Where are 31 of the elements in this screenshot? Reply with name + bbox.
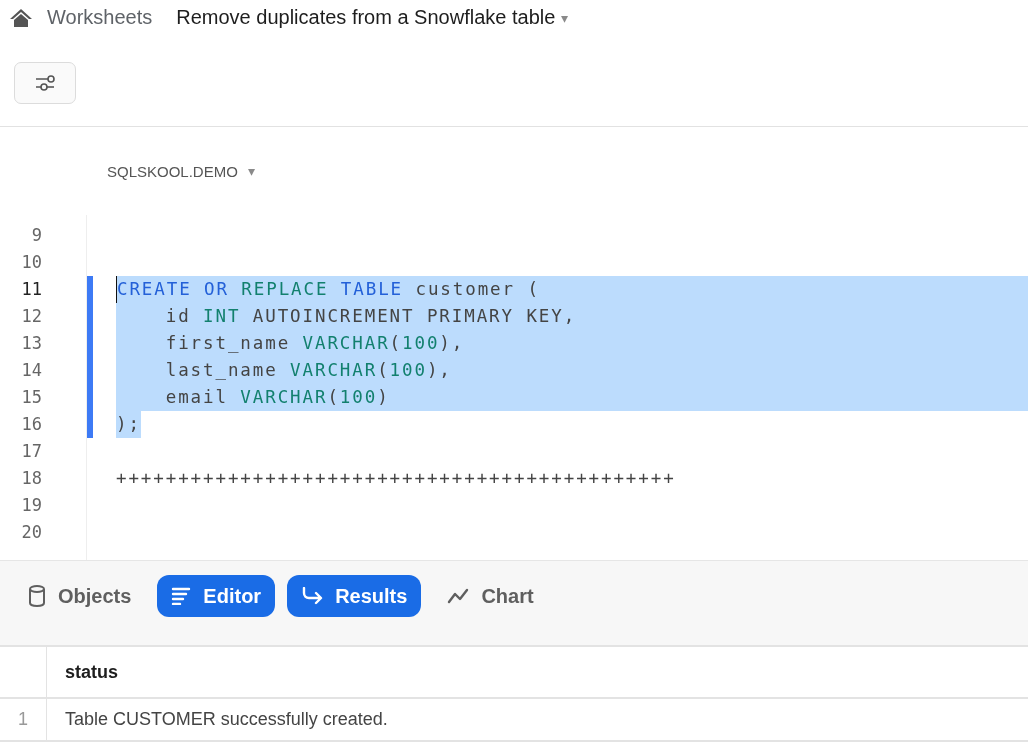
view-tab[interactable]: Objects bbox=[14, 575, 146, 617]
view-tab[interactable]: Chart bbox=[433, 575, 548, 617]
line-number: 13 bbox=[20, 332, 43, 355]
breadcrumb-link[interactable]: Worksheets bbox=[47, 6, 153, 29]
view-tab[interactable]: Results bbox=[287, 575, 422, 617]
worksheet-title[interactable]: Remove duplicates from a Snowflake table ▾ bbox=[176, 6, 569, 29]
home-icon[interactable] bbox=[9, 7, 33, 28]
line-number: 12 bbox=[20, 305, 43, 328]
line-number: 9 bbox=[30, 224, 43, 247]
code-line: ); bbox=[87, 411, 1028, 438]
context-selector[interactable]: SQLSKOOL.DEMO ▾ bbox=[0, 127, 1028, 215]
filter-button[interactable] bbox=[14, 62, 76, 104]
lines-icon bbox=[171, 587, 192, 605]
line-number: 18 bbox=[20, 467, 43, 490]
line-number: 16 bbox=[20, 413, 43, 436]
code-line: +++++++++++++++++++++++++++++++++++++++++++++ bbox=[115, 467, 677, 490]
line-number: 19 bbox=[20, 494, 43, 517]
sliders-icon bbox=[34, 74, 56, 92]
cylinder-icon bbox=[28, 584, 46, 608]
line-number: 14 bbox=[20, 359, 43, 382]
row-number: 1 bbox=[0, 699, 46, 742]
turn-arrow-icon bbox=[301, 587, 324, 605]
column-header: status bbox=[46, 647, 1028, 699]
line-number: 17 bbox=[20, 440, 43, 463]
table-cell: Table CUSTOMER successfully created. bbox=[46, 699, 1028, 742]
view-tab[interactable]: Editor bbox=[157, 575, 276, 617]
line-number: 20 bbox=[20, 521, 43, 544]
line-number: 11 bbox=[20, 278, 43, 301]
line-number: 15 bbox=[20, 386, 43, 409]
line-chart-icon bbox=[447, 588, 470, 604]
line-number: 10 bbox=[20, 251, 43, 274]
